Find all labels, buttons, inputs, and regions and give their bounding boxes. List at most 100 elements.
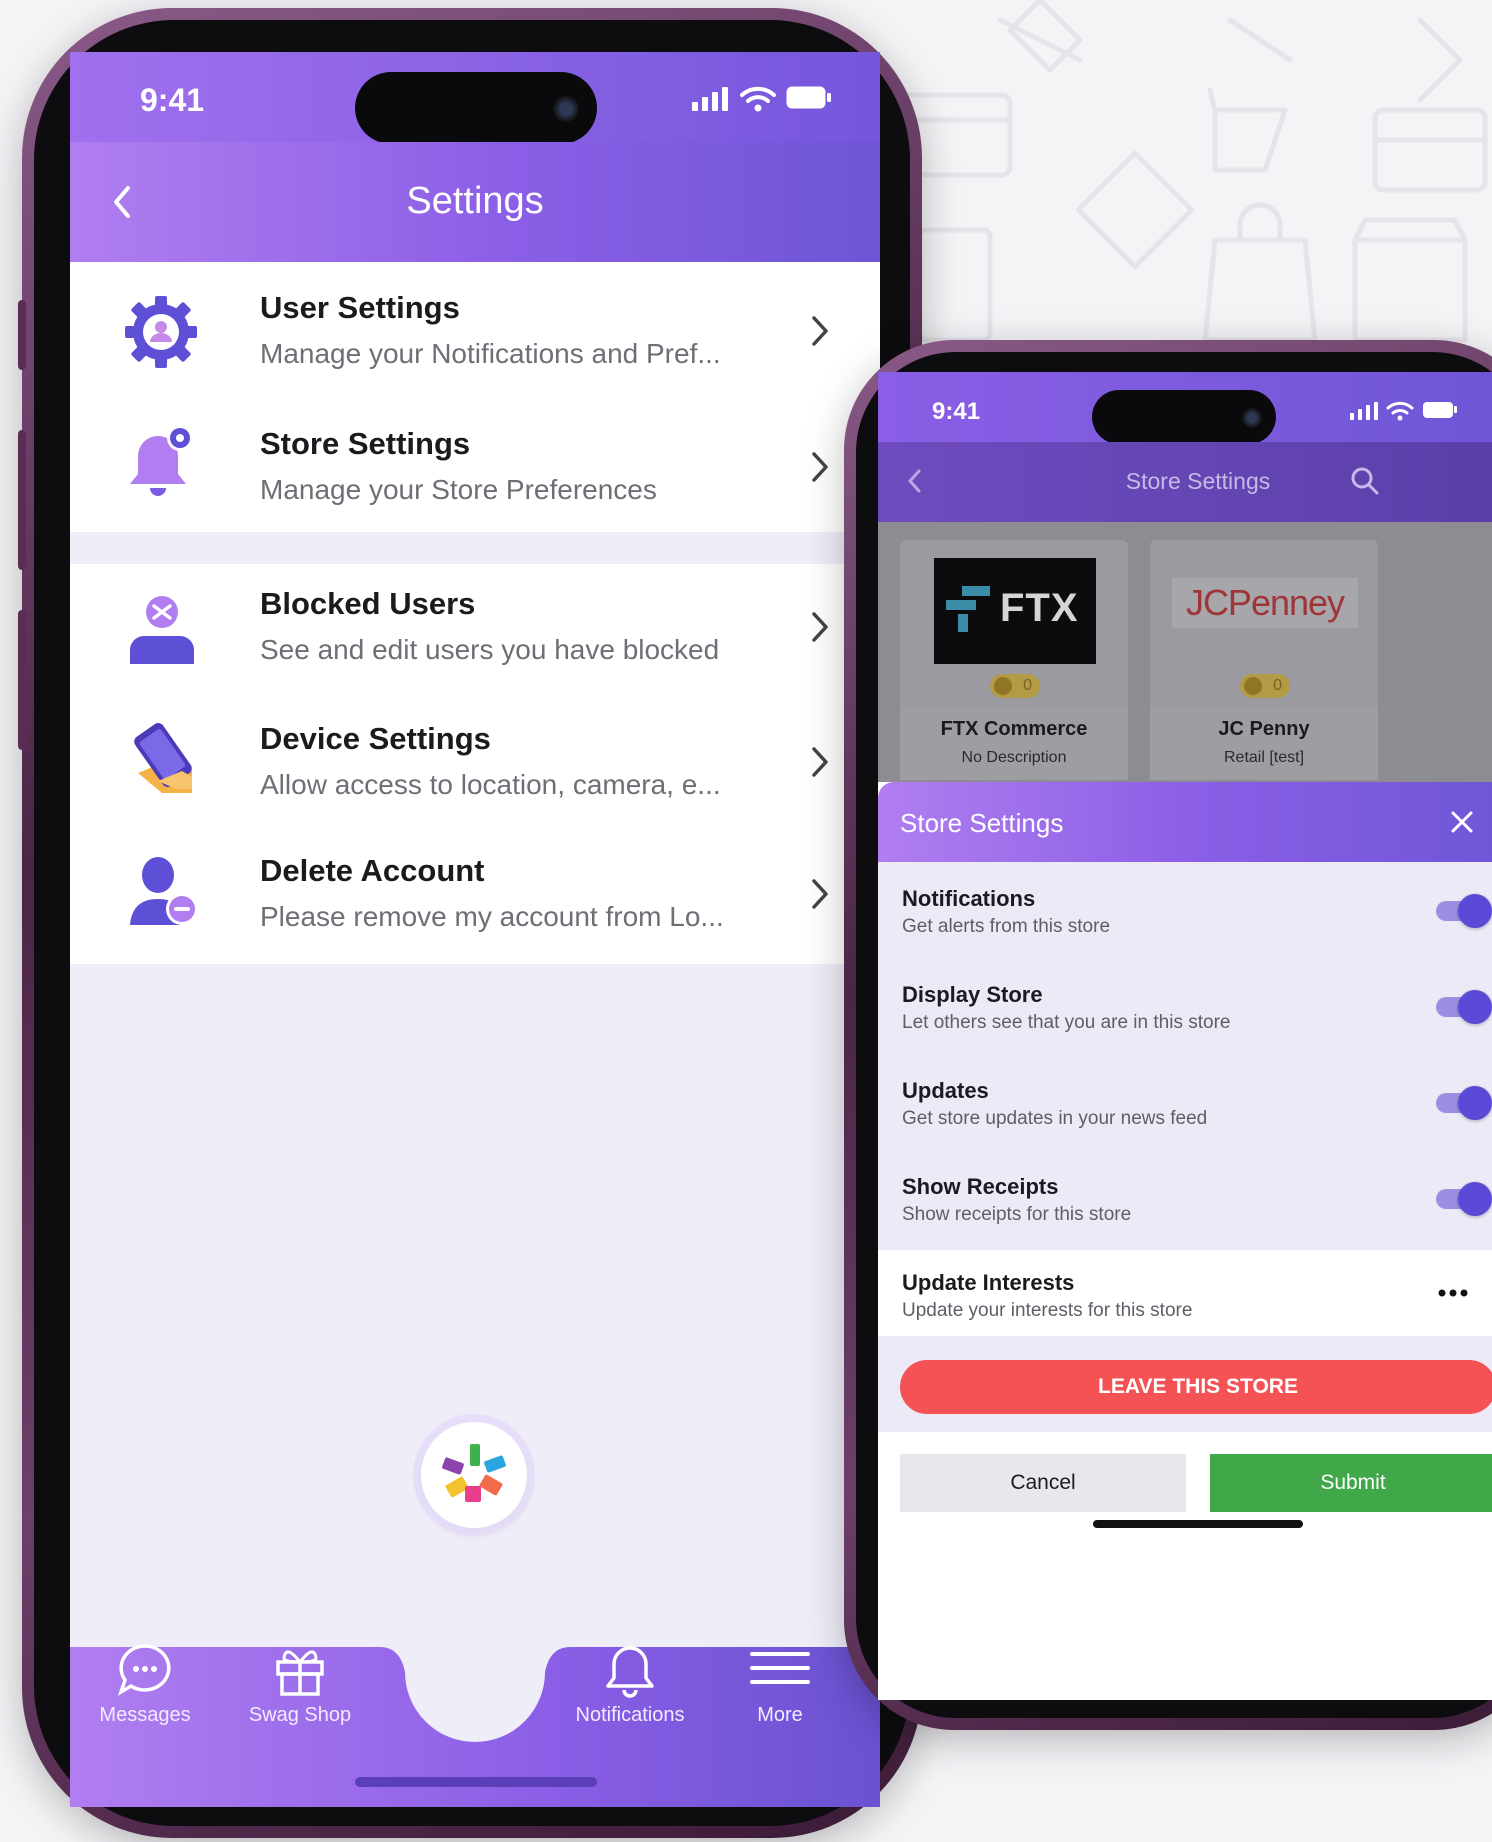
delete-user-icon xyxy=(130,857,198,925)
battery-icon xyxy=(1423,402,1457,418)
header-title: Store Settings xyxy=(1125,468,1271,494)
toggle-row-title: Display Store xyxy=(902,982,1043,1007)
store-name: JC Penny xyxy=(1218,718,1310,740)
tab-label: Notifications xyxy=(575,1704,685,1726)
store-logo-text: FTX xyxy=(1000,586,1079,630)
settings-item-desc: Manage your Notifications and Pref... xyxy=(260,338,721,369)
store-card-jcpenney[interactable]: JCPenney 0 JC Penny Retail [test] xyxy=(1150,540,1378,780)
app-logo-icon xyxy=(442,1444,506,1502)
submit-button[interactable]: Submit xyxy=(1210,1454,1492,1512)
chat-bubble-icon xyxy=(117,1644,171,1696)
toggle-row-desc: Get store updates in your news feed xyxy=(902,1108,1208,1129)
cancel-button[interactable]: Cancel xyxy=(900,1454,1186,1512)
coin-icon xyxy=(1244,677,1262,695)
leave-store-button[interactable]: LEAVE THIS STORE xyxy=(900,1360,1492,1414)
coin-badge: 0 xyxy=(1240,674,1290,698)
settings-item-blocked-users[interactable]: Blocked Users See and edit users you hav… xyxy=(70,564,880,699)
toggle-row-show-receipts: Show Receipts Show receipts for this sto… xyxy=(878,1150,1492,1246)
store-settings-header: Store Settings xyxy=(878,442,1492,522)
wifi-icon xyxy=(740,86,776,112)
dynamic-island xyxy=(355,72,597,144)
updates-toggle[interactable] xyxy=(1436,1086,1492,1120)
blocked-user-icon xyxy=(130,596,194,664)
phone-side-button xyxy=(18,430,26,570)
sheet-header: Store Settings xyxy=(878,782,1492,862)
settings-item-desc: Please remove my account from Lo... xyxy=(260,901,724,932)
signal-icon xyxy=(692,87,728,111)
status-time: 9:41 xyxy=(140,82,205,118)
store-card-ftx[interactable]: FTX 0 FTX Commerce No Description xyxy=(900,540,1128,780)
tab-label: Messages xyxy=(99,1704,191,1726)
tab-notifications[interactable]: Notifications xyxy=(565,1642,695,1727)
settings-item-desc: Allow access to location, camera, e... xyxy=(260,769,721,800)
tab-messages[interactable]: Messages xyxy=(90,1642,200,1727)
home-indicator xyxy=(1093,1520,1303,1528)
status-bar: 9:41 xyxy=(878,372,1492,444)
chevron-right-icon xyxy=(812,879,828,909)
store-logo-jcpenney: JCPenney xyxy=(1172,578,1358,628)
display-store-toggle[interactable] xyxy=(1436,990,1492,1024)
toggle-row-title: Updates xyxy=(902,1078,989,1103)
settings-item-device-settings[interactable]: Device Settings Allow access to location… xyxy=(70,699,880,829)
phone-side-button xyxy=(18,610,26,750)
interests-title: Update Interests xyxy=(902,1270,1075,1295)
wifi-icon xyxy=(1386,401,1414,421)
center-logo-button[interactable] xyxy=(421,1422,527,1528)
settings-item-title: Device Settings xyxy=(260,721,491,756)
more-dots-icon[interactable] xyxy=(1438,1288,1468,1298)
toggle-row-desc: Get alerts from this store xyxy=(902,916,1111,937)
toggle-row-desc: Let others see that you are in this stor… xyxy=(902,1012,1231,1033)
status-bar: 9:41 xyxy=(70,52,880,144)
toggle-row-desc: Show receipts for this store xyxy=(902,1204,1132,1225)
settings-item-user-settings[interactable]: User Settings Manage your Notifications … xyxy=(70,262,880,402)
settings-item-title: Delete Account xyxy=(260,853,485,888)
signal-icon xyxy=(1350,402,1378,420)
dynamic-island xyxy=(1092,390,1276,444)
battery-icon xyxy=(786,86,831,109)
settings-item-desc: See and edit users you have blocked xyxy=(260,634,720,665)
show-receipts-toggle[interactable] xyxy=(1436,1182,1492,1216)
toggle-row-updates: Updates Get store updates in your news f… xyxy=(878,1054,1492,1150)
settings-item-store-settings[interactable]: Store Settings Manage your Store Prefere… xyxy=(70,402,880,532)
chevron-right-icon xyxy=(812,747,828,777)
notifications-toggle[interactable] xyxy=(1436,894,1492,928)
user-gear-icon xyxy=(125,296,197,368)
coin-badge: 0 xyxy=(990,674,1040,698)
settings-item-delete-account[interactable]: Delete Account Please remove my account … xyxy=(70,829,880,964)
store-logo-ftx: FTX xyxy=(934,558,1096,664)
store-card-info: FTX Commerce No Description xyxy=(900,708,1128,780)
status-time: 9:41 xyxy=(932,398,981,425)
update-interests-row[interactable]: Update Interests Update your interests f… xyxy=(878,1250,1492,1336)
gift-icon xyxy=(276,1650,324,1696)
close-icon[interactable] xyxy=(1450,810,1474,834)
phone-side-button xyxy=(18,300,26,370)
store-name: FTX Commerce xyxy=(940,718,1088,740)
toggle-row-title: Show Receipts xyxy=(902,1174,1059,1199)
page-title: Settings xyxy=(406,180,544,222)
bell-gear-icon xyxy=(130,425,193,496)
settings-item-title: Store Settings xyxy=(260,426,471,461)
interests-desc: Update your interests for this store xyxy=(902,1300,1193,1321)
chevron-right-icon xyxy=(812,452,828,482)
toggle-row-display-store: Display Store Let others see that you ar… xyxy=(878,958,1492,1054)
camera-icon xyxy=(553,96,579,122)
store-card-info: JC Penny Retail [test] xyxy=(1150,708,1378,780)
toggle-row-title: Notifications xyxy=(902,886,1036,911)
tab-swag-shop[interactable]: Swag Shop xyxy=(235,1642,365,1727)
settings-item-title: User Settings xyxy=(260,290,460,325)
store-grid: FTX 0 FTX Commerce No Description JCPenn… xyxy=(878,522,1492,782)
tab-label: More xyxy=(757,1704,803,1726)
home-indicator xyxy=(355,1777,597,1787)
store-phone-screen: 9:41 Store Settings FTX 0 FTX Commerce N… xyxy=(878,372,1492,1700)
search-icon[interactable] xyxy=(1350,466,1380,496)
hamburger-menu-icon xyxy=(750,1652,810,1684)
ftx-logo-mark xyxy=(946,586,990,632)
tab-more[interactable]: More xyxy=(730,1642,830,1727)
store-settings-sheet: Store Settings Notifications Get alerts … xyxy=(878,782,1492,1700)
chevron-right-icon xyxy=(812,316,828,346)
coin-icon xyxy=(994,677,1012,695)
sheet-footer: Cancel Submit xyxy=(878,1432,1492,1700)
camera-icon xyxy=(1242,408,1262,428)
settings-item-title: Blocked Users xyxy=(260,586,476,621)
toggle-row-notifications: Notifications Get alerts from this store xyxy=(878,862,1492,958)
